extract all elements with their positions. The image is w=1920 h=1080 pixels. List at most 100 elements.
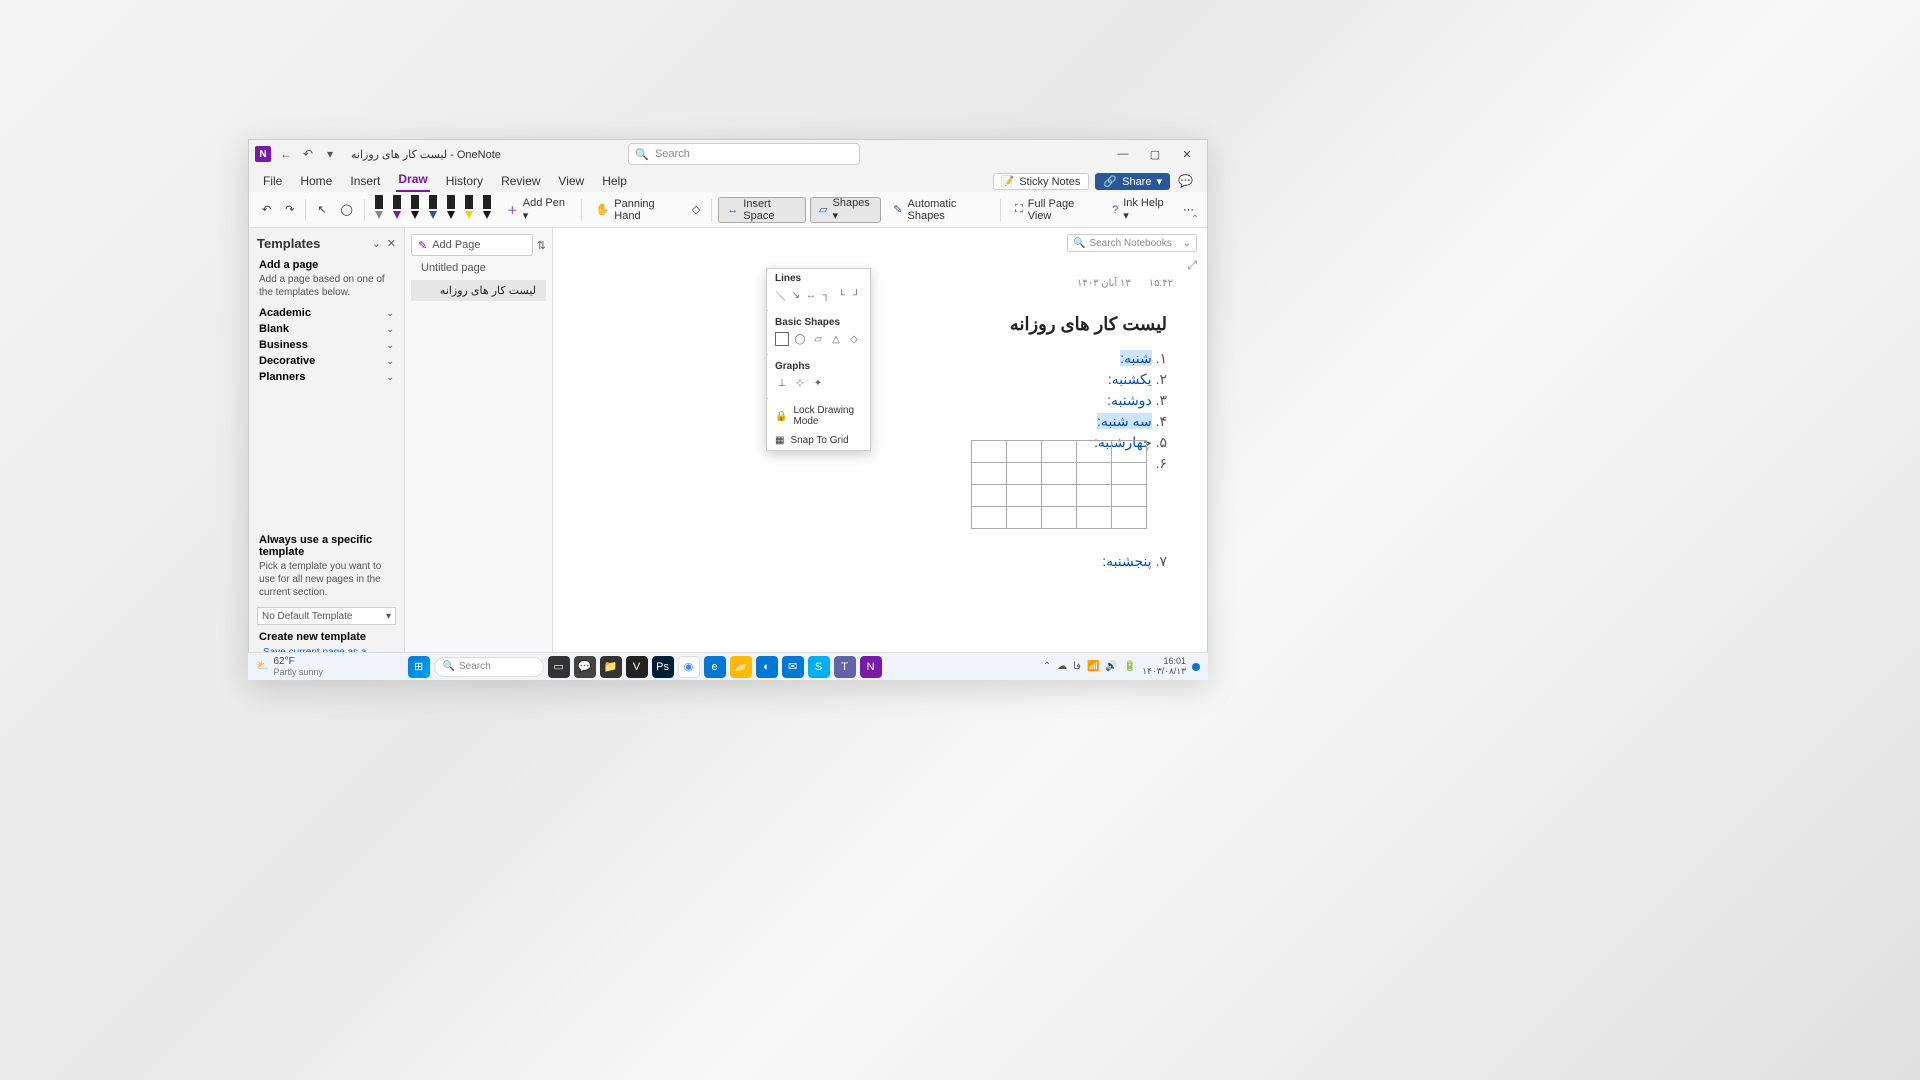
add-pen-button[interactable]: ＋Add Pen ▾ — [499, 197, 575, 223]
pen-tool[interactable] — [443, 195, 459, 225]
tray-onedrive-icon[interactable]: ☁ — [1057, 661, 1067, 672]
insert-space-button[interactable]: ↔Insert Space — [718, 197, 806, 223]
qat-undo-icon[interactable]: ↶ — [299, 145, 317, 163]
panning-hand-button[interactable]: ✋Panning Hand — [588, 197, 683, 223]
templates-close-icon[interactable]: ✕ — [387, 237, 396, 250]
menu-view[interactable]: View — [556, 171, 586, 192]
menu-history[interactable]: History — [444, 171, 485, 192]
maximize-button[interactable]: ▢ — [1141, 144, 1169, 164]
ink-help-button[interactable]: ?Ink Help ▾ — [1104, 197, 1174, 223]
pen-tool[interactable] — [407, 195, 423, 225]
page-item[interactable]: لیست کار های روزانه — [411, 280, 546, 301]
menu-insert[interactable]: Insert — [348, 171, 382, 192]
shape-diamond[interactable]: ◇ — [847, 332, 861, 346]
tray-volume-icon[interactable]: 🔊 — [1105, 661, 1117, 672]
app-onenote-icon[interactable]: N — [860, 656, 882, 678]
share-button[interactable]: 🔗 Share ▾ — [1095, 173, 1170, 190]
tray-lang-icon[interactable]: فا — [1073, 661, 1081, 672]
qat-back-icon[interactable]: ← — [277, 145, 295, 163]
app-folder-icon[interactable]: 📂 — [730, 656, 752, 678]
sort-pages-icon[interactable]: ⇅ — [537, 239, 546, 252]
list-item[interactable]: ۱. شنبه: — [1094, 348, 1167, 369]
app-teams-icon[interactable]: T — [834, 656, 856, 678]
shapes-button[interactable]: ▱Shapes ▾ — [810, 197, 881, 223]
shape-xy-axis[interactable]: ⊥ — [775, 376, 789, 390]
menu-home[interactable]: Home — [298, 171, 334, 192]
task-view-icon[interactable]: ▭ — [548, 656, 570, 678]
templates-dropdown-icon[interactable]: ⌄ — [372, 237, 381, 250]
collapse-ribbon-icon[interactable]: ⌃ — [1191, 214, 1199, 225]
pen-tool[interactable] — [389, 195, 405, 225]
shape-2d-graph[interactable]: ⊹ — [793, 376, 807, 390]
app-edge2-icon[interactable]: ◐ — [756, 656, 778, 678]
app-v-icon[interactable]: V — [626, 656, 648, 678]
taskbar-search[interactable]: 🔍Search — [434, 657, 544, 677]
shape-arrow[interactable]: ↘ — [790, 288, 801, 302]
template-category[interactable]: Planners⌄ — [249, 369, 404, 385]
qat-customize-icon[interactable]: ▾ — [321, 145, 339, 163]
list-item[interactable]: ۲. یکشنبه: — [1094, 369, 1167, 390]
minimize-button[interactable]: — — [1109, 144, 1137, 164]
note-title[interactable]: لیست کار های روزانه — [1010, 314, 1167, 335]
select-tool[interactable]: ↖ — [312, 197, 331, 223]
search-notebooks[interactable]: 🔍Search Notebooks⌄ — [1067, 234, 1197, 252]
tray-battery-icon[interactable]: 🔋 — [1124, 661, 1136, 672]
expand-canvas-icon[interactable]: ⤢ — [1187, 258, 1197, 273]
default-template-combo[interactable]: No Default Template▾ — [257, 607, 396, 625]
ribbon-undo[interactable]: ↶ — [257, 197, 276, 223]
add-page-button[interactable]: ✎Add Page — [411, 234, 533, 256]
shape-parallelogram[interactable]: ▱ — [811, 332, 825, 346]
app-chat-icon[interactable]: 💬 — [574, 656, 596, 678]
ribbon-redo[interactable]: ↷ — [280, 197, 299, 223]
snap-to-grid[interactable]: ▦Snap To Grid — [767, 431, 870, 450]
pen-tool[interactable] — [479, 195, 495, 225]
lasso-tool[interactable]: ◯ — [336, 197, 358, 223]
taskbar-clock[interactable]: 16:01۱۴۰۳/۰۸/۱۳ — [1142, 657, 1186, 677]
shape-double-arrow[interactable]: ↔ — [805, 288, 816, 302]
app-mail-icon[interactable]: ✉ — [782, 656, 804, 678]
eraser-button[interactable]: ◇ — [687, 197, 705, 223]
app-edge-icon[interactable]: e — [704, 656, 726, 678]
template-category[interactable]: Decorative⌄ — [249, 353, 404, 369]
menu-review[interactable]: Review — [499, 171, 542, 192]
titlebar-search[interactable]: 🔍 Search — [628, 143, 860, 165]
app-explorer-icon[interactable]: 📁 — [600, 656, 622, 678]
start-button[interactable]: ⊞ — [408, 656, 430, 678]
note-canvas[interactable]: 🔍Search Notebooks⌄ ⤢ ۱۵:۴۲ ۱۳ آبان ۱۴۰۳ … — [553, 228, 1207, 679]
shape-connector3[interactable]: ┘ — [851, 288, 862, 302]
pen-tool[interactable] — [461, 195, 477, 225]
inserted-table[interactable] — [971, 440, 1147, 529]
menu-draw[interactable]: Draw — [396, 169, 429, 192]
full-page-view-button[interactable]: ⛶Full Page View — [1007, 197, 1100, 223]
menu-help[interactable]: Help — [600, 171, 629, 192]
shape-connector2[interactable]: └ — [836, 288, 847, 302]
list-item[interactable]: ۳. دوشنبه: — [1094, 390, 1167, 411]
template-category[interactable]: Business⌄ — [249, 337, 404, 353]
tray-chevron-icon[interactable]: ⌃ — [1043, 661, 1051, 672]
list-item[interactable]: ۷. پنجشنبه: — [1094, 551, 1167, 572]
template-category[interactable]: Academic⌄ — [249, 305, 404, 321]
pen-tool[interactable] — [425, 195, 441, 225]
shape-triangle[interactable]: △ — [829, 332, 843, 346]
automatic-shapes-button[interactable]: ✎Automatic Shapes — [885, 197, 994, 223]
template-category[interactable]: Blank⌄ — [249, 321, 404, 337]
tray-notifications-icon[interactable] — [1192, 663, 1200, 671]
shape-connector1[interactable]: ┐ — [821, 288, 832, 302]
list-item[interactable]: ۴. سه شنبه: — [1094, 411, 1167, 432]
pen-tool[interactable] — [371, 195, 387, 225]
app-chrome-icon[interactable]: ◉ — [678, 656, 700, 678]
lock-drawing-mode[interactable]: 🔒Lock Drawing Mode — [767, 401, 870, 431]
app-ps-icon[interactable]: Ps — [652, 656, 674, 678]
shape-3d-graph[interactable]: ✦ — [811, 376, 825, 390]
tray-wifi-icon[interactable]: 📶 — [1087, 661, 1099, 672]
shape-rectangle[interactable] — [775, 332, 789, 346]
shape-line[interactable]: ＼ — [775, 288, 786, 302]
sticky-notes-button[interactable]: 📝 Sticky Notes — [993, 173, 1089, 190]
weather-widget[interactable]: ⛅ 62°FPartly sunny — [256, 656, 323, 677]
close-button[interactable]: ✕ — [1173, 144, 1201, 164]
pen-gallery[interactable] — [371, 195, 495, 225]
shape-oval[interactable]: ◯ — [793, 332, 807, 346]
menu-file[interactable]: File — [261, 171, 284, 192]
comments-icon[interactable]: 💬 — [1176, 171, 1195, 192]
page-item[interactable]: Untitled page — [411, 258, 546, 278]
